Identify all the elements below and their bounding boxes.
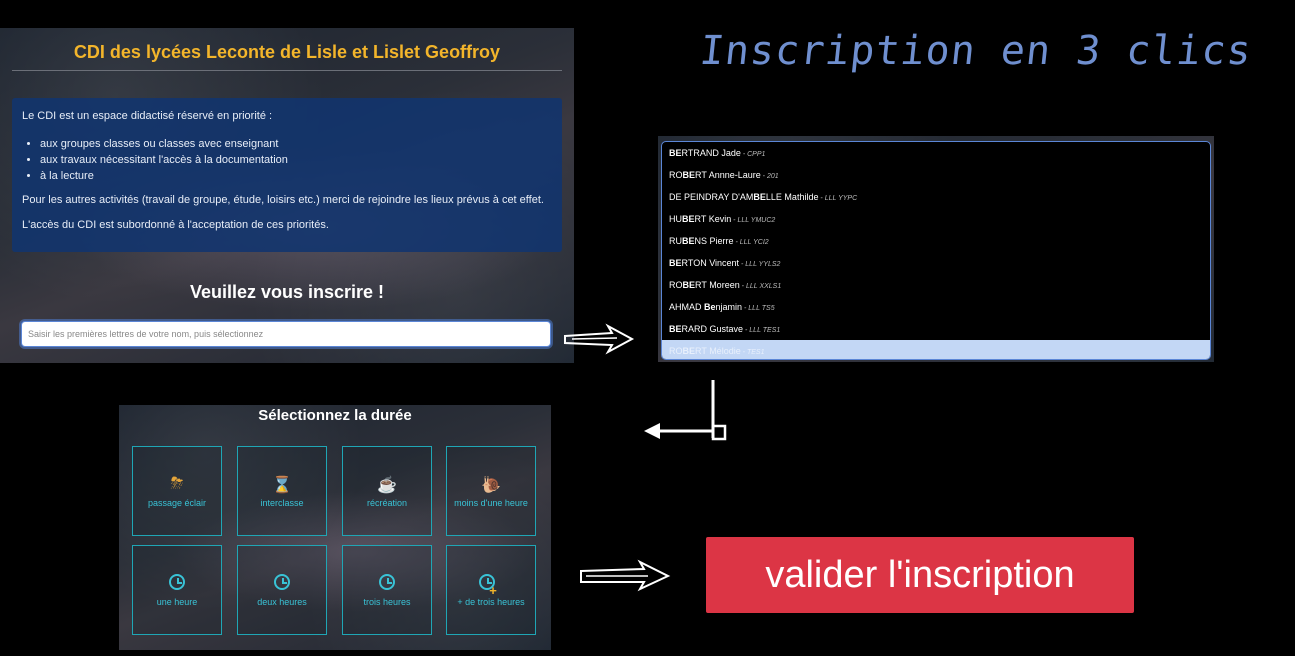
priority-item: aux groupes classes ou classes avec ense…: [40, 136, 288, 152]
duration-option[interactable]: + + de trois heures: [446, 545, 536, 635]
autocomplete-item[interactable]: HUBERT Kevin - LLL YMUC2: [662, 208, 1210, 230]
autocomplete-item[interactable]: ROBERT Moreen - LLL XXLS1: [662, 274, 1210, 296]
clock-icon: [343, 574, 431, 596]
duration-heading: Sélectionnez la durée: [258, 407, 412, 424]
clock-plus-icon: +: [447, 574, 535, 598]
item-class: LLL XXLS1: [745, 283, 782, 290]
item-name-suffix: njamin: [715, 302, 743, 312]
autocomplete-panel: BERTRAND Jade - CPP1 ROBERT Annne-Laure -…: [658, 136, 1214, 362]
duration-option[interactable]: ⌛ interclasse: [237, 446, 327, 536]
autocomplete-item[interactable]: ROBERT Mélodie - TES1: [662, 340, 1210, 359]
clock-icon: [133, 574, 221, 596]
snail-icon: 🐌: [481, 477, 501, 494]
item-class: LLL TES1: [749, 327, 781, 334]
duration-option[interactable]: 🐌 moins d'une heure: [446, 446, 536, 536]
item-name-suffix: RT Annne-Laure: [695, 170, 761, 180]
duration-option-label: interclasse: [260, 498, 304, 508]
item-name-match: BE: [682, 214, 695, 224]
item-class: TES1: [746, 349, 765, 356]
autocomplete-item[interactable]: BERTRAND Jade - CPP1: [662, 142, 1210, 164]
item-name-prefix: RU: [669, 236, 682, 246]
autocomplete-item[interactable]: AHMAD Benjamin - LLL TS5: [662, 296, 1210, 318]
autocomplete-list: BERTRAND Jade - CPP1 ROBERT Annne-Laure -…: [661, 141, 1211, 360]
name-search-input[interactable]: Saisir les premières lettres de votre no…: [21, 321, 551, 347]
item-name-prefix: AHMAD: [669, 302, 705, 312]
item-class: LLL YMUC2: [737, 217, 776, 224]
item-name-suffix: RARD Gustave: [681, 324, 744, 334]
duration-option[interactable]: trois heures: [342, 545, 432, 635]
autocomplete-item[interactable]: RUBENS Pierre - LLL YCI2: [662, 230, 1210, 252]
autocomplete-item[interactable]: BERTON Vincent - LLL YYLS2: [662, 252, 1210, 274]
item-name-suffix: RT Kevin: [694, 214, 732, 224]
item-name-suffix: RTRAND Jade: [681, 148, 741, 158]
arrow-right-icon: [564, 323, 635, 355]
headline: Inscription en 3 clics: [697, 28, 1255, 74]
item-name-prefix: RO: [669, 280, 683, 290]
item-name-match: BE: [669, 258, 682, 268]
info-other: Pour les autres activités (travail de gr…: [22, 194, 544, 206]
item-name-match: BE: [669, 324, 682, 334]
clock-icon: [238, 574, 326, 596]
item-class: LLL YYPC: [824, 195, 858, 202]
item-name-prefix: RO: [669, 346, 683, 356]
item-name-match: BE: [682, 280, 696, 290]
duration-panel: Sélectionnez la durée ⛈ passage éclair ⌛ in…: [119, 405, 551, 650]
signup-heading: Veuillez vous inscrire !: [189, 282, 385, 302]
item-class: LLL YYLS2: [745, 261, 781, 268]
arrow-down-left-icon: [644, 380, 727, 441]
item-name-match: BE: [682, 236, 695, 246]
priority-list: aux groupes classes ou classes avec ense…: [40, 136, 288, 184]
autocomplete-item[interactable]: DE PEINDRAY D'AMBELLE Mathilde - LLL YYP…: [662, 186, 1210, 208]
item-name-suffix: RT Mélodie: [695, 346, 741, 356]
duration-option-label: une heure: [156, 597, 198, 607]
duration-option-label: moins d'une heure: [454, 498, 528, 508]
duration-option[interactable]: deux heures: [237, 545, 327, 635]
item-name-match: BE: [682, 346, 696, 356]
title-divider: [12, 70, 562, 71]
item-class: LLL YCI2: [739, 239, 769, 246]
duration-option-label: trois heures: [363, 597, 411, 607]
item-name-match: BE: [682, 170, 696, 180]
item-name-prefix: HU: [669, 214, 682, 224]
duration-option[interactable]: ☕ récréation: [342, 446, 432, 536]
info-intro: Le CDI est un espace didactisé réservé e…: [22, 110, 273, 122]
item-class: CPP1: [747, 151, 766, 158]
duration-option-label: passage éclair: [147, 498, 207, 508]
info-box: Le CDI est un espace didactisé réservé e…: [12, 98, 562, 252]
autocomplete-item[interactable]: ROBERT Annne-Laure - 201: [662, 164, 1210, 186]
item-class: 201: [766, 173, 779, 180]
priority-item: aux travaux nécessitant l'accès à la doc…: [40, 152, 288, 168]
item-name-suffix: NS Pierre: [694, 236, 734, 246]
item-name-prefix: RO: [669, 170, 683, 180]
item-name-suffix: RTON Vincent: [681, 258, 740, 268]
item-name-match: BE: [753, 192, 766, 202]
duration-option-label: récréation: [366, 498, 408, 508]
hourglass-icon: ⌛: [272, 477, 292, 494]
item-name-prefix: DE PEINDRAY D'AM: [669, 192, 754, 202]
validate-button[interactable]: valider l'inscription: [706, 537, 1134, 613]
duration-option-label: deux heures: [257, 597, 307, 607]
priority-item: à la lecture: [40, 168, 288, 184]
duration-option-label: + de trois heures: [457, 597, 525, 607]
item-name-match: Be: [704, 302, 716, 312]
item-name-suffix: RT Moreen: [695, 280, 740, 290]
autocomplete-item[interactable]: BERARD Gustave - LLL TES1: [662, 318, 1210, 340]
cloud-lightning-icon: ⛈: [170, 475, 184, 492]
arrow-right-icon: [580, 559, 671, 592]
info-access: L'accès du CDI est subordonné à l'accept…: [22, 219, 329, 231]
item-name-suffix: LLE Mathilde: [765, 192, 819, 202]
item-name-match: BE: [669, 148, 682, 158]
duration-option[interactable]: ⛈ passage éclair: [132, 446, 222, 536]
coffee-icon: ☕: [377, 477, 397, 494]
item-class: LLL TS5: [748, 305, 775, 312]
signup-panel: CDI des lycées Leconte de Lisle et Lisle…: [0, 28, 574, 363]
page-title: CDI des lycées Leconte de Lisle et Lisle…: [73, 42, 501, 62]
duration-option[interactable]: une heure: [132, 545, 222, 635]
